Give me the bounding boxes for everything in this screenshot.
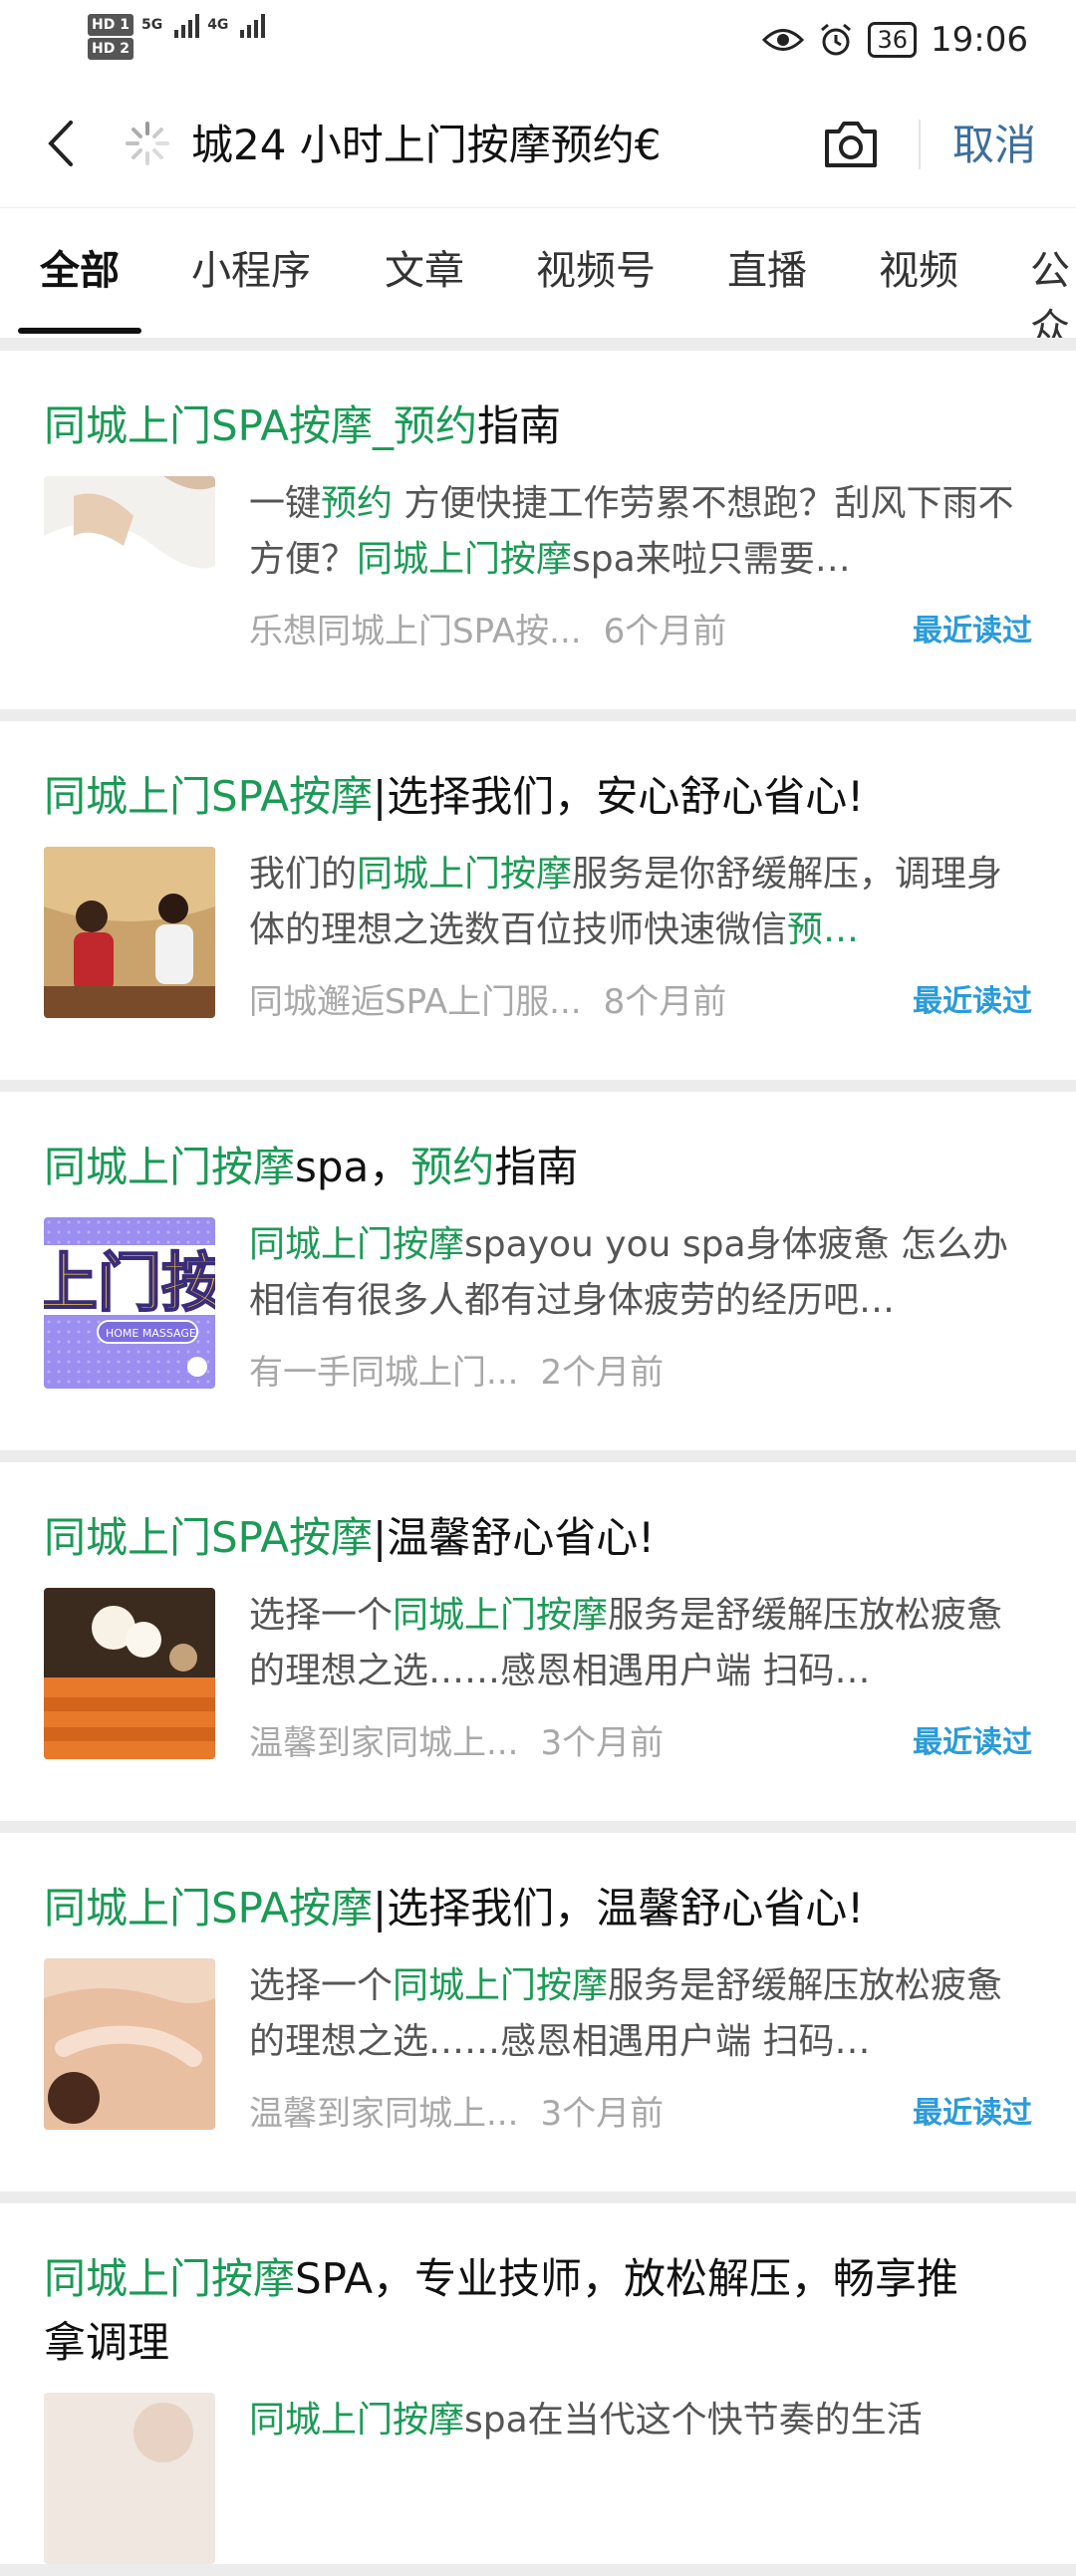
result-card[interactable]: 同城上门SPA按摩|选择我们，安心舒心省心! 我们的同城上门按摩服务是你舒缓解压… — [0, 721, 1076, 1080]
result-thumbnail — [44, 476, 215, 647]
hd2-badge: HD 2 — [88, 38, 134, 60]
result-meta: 温馨到家同城上... 3个月前 最近读过 — [249, 2070, 1032, 2150]
result-thumbnail — [44, 2393, 215, 2564]
hd1-badge: HD 1 — [88, 14, 134, 36]
result-meta: 乐想同城上门SPA按... 6个月前 最近读过 — [249, 588, 1032, 667]
result-snippet: 选择一个同城上门按摩服务是舒缓解压放松疲惫的理想之选……感恩相遇用户端 扫码… — [249, 1965, 1003, 2062]
tab-mini-programs[interactable]: 小程序 — [191, 238, 311, 296]
recently-read-badge: 最近读过 — [913, 2096, 1032, 2131]
tab-indicator — [18, 328, 141, 334]
result-title: 同城上门SPA按摩|选择我们，温馨舒心省心! — [44, 1833, 1000, 1958]
result-title: 同城上门SPA按摩|温馨舒心省心! — [44, 1462, 1000, 1588]
clock: 19:06 — [931, 20, 1028, 60]
tab-all[interactable]: 全部 — [40, 238, 120, 296]
title-highlight: 同城上门SPA按摩_预约 — [44, 401, 478, 450]
category-tabs: 全部 小程序 文章 视频号 直播 视频 公众号 — [0, 207, 1076, 338]
signal-4g-icon — [240, 12, 266, 38]
result-card[interactable]: 同城上门按摩SPA，专业技师，放松解压，畅享推拿调理 同城上门按摩spa在当代这… — [0, 2203, 1076, 2564]
result-thumbnail — [44, 847, 215, 1018]
result-time: 2个月前 — [540, 1352, 665, 1393]
result-meta: 有一手同城上门... 2个月前 — [249, 1329, 1032, 1409]
chevron-left-icon — [48, 121, 73, 166]
result-card[interactable]: 同城上门按摩spa，预约指南 上门按( HOME MASSAGE 同城上门按摩sp… — [0, 1092, 1076, 1450]
result-snippet: 我们的同城上门按摩服务是你舒缓解压，调理身体的理想之选数百位技师快速微信预… — [249, 854, 1003, 950]
title-highlight: 同城上门SPA按摩 — [44, 772, 374, 821]
thumbnail-lettering: 上门按( — [44, 1247, 215, 1321]
result-time: 6个月前 — [603, 611, 727, 651]
result-time: 8个月前 — [603, 981, 727, 1022]
alarm-icon — [821, 23, 852, 56]
result-card[interactable]: 同城上门SPA按摩|温馨舒心省心! 选择一个同城上门按摩服务是舒缓解压放松疲惫的… — [0, 1462, 1076, 1821]
title-highlight: 预约 — [410, 1143, 495, 1191]
title-text: |温馨舒心省心! — [373, 1513, 656, 1562]
thumbnail-subtitle: HOME MASSAGE — [106, 1327, 196, 1340]
tab-articles[interactable]: 文章 — [385, 238, 464, 296]
result-source: 温馨到家同城上... — [249, 1722, 519, 1763]
result-source: 有一手同城上门... — [249, 1352, 519, 1393]
search-input[interactable]: 城24 小时上门按摩预约€ — [191, 116, 709, 175]
title-text: 指南 — [477, 401, 562, 450]
result-meta: 温馨到家同城上... 3个月前 最近读过 — [249, 1699, 1032, 1779]
result-title: 同城上门SPA按摩_预约指南 — [44, 351, 1000, 476]
title-text: |选择我们，温馨舒心省心! — [373, 1884, 865, 1932]
result-source: 温馨到家同城上... — [249, 2093, 519, 2134]
result-snippet: 同城上门按摩spa在当代这个快节奏的生活 — [249, 2400, 923, 2441]
back-button[interactable] — [30, 114, 90, 173]
tab-official-accounts[interactable]: 公众号 — [1030, 238, 1076, 338]
result-card[interactable]: 同城上门SPA按摩_预约指南 一键预约 方便快捷工作劳累不想跑？刮风下雨不方便？… — [0, 351, 1076, 709]
result-card[interactable]: 同城上门SPA按摩|选择我们，温馨舒心省心! 选择一个同城上门按摩服务是舒缓解压… — [0, 1833, 1076, 2191]
result-thumbnail — [44, 1588, 215, 1759]
tab-channels[interactable]: 视频号 — [536, 238, 656, 296]
tab-live[interactable]: 直播 — [727, 238, 807, 296]
result-source: 同城邂逅SPA上门服... — [249, 981, 582, 1022]
camera-icon[interactable] — [819, 114, 883, 173]
battery-indicator: 36 — [868, 22, 918, 58]
result-snippet: 一键预约 方便快捷工作劳累不想跑？刮风下雨不方便？同城上门按摩spa来啦只需要… — [249, 483, 1014, 580]
eye-icon — [762, 29, 805, 51]
result-title: 同城上门按摩spa，预约指南 — [44, 1092, 1000, 1217]
tab-videos[interactable]: 视频 — [879, 238, 958, 296]
title-text: spa， — [295, 1143, 411, 1191]
result-time: 3个月前 — [540, 2093, 665, 2134]
divider — [919, 120, 921, 169]
result-thumbnail — [44, 1958, 215, 2130]
result-thumbnail: 上门按( HOME MASSAGE — [44, 1217, 215, 1389]
status-bar: HD 1 5G 4G HD 2 36 19:06 — [0, 0, 1076, 80]
result-source: 乐想同城上门SPA按... — [249, 611, 582, 651]
result-meta: 同城邂逅SPA上门服... 8个月前 最近读过 — [249, 958, 1032, 1038]
loading-spinner-icon — [126, 122, 169, 165]
result-time: 3个月前 — [540, 1722, 665, 1763]
cancel-button[interactable]: 取消 — [952, 116, 1036, 175]
recently-read-badge: 最近读过 — [913, 614, 1032, 648]
net-5g-label: 5G — [140, 17, 163, 33]
network-indicators: HD 1 5G 4G HD 2 — [88, 12, 266, 60]
recently-read-badge: 最近读过 — [913, 1725, 1032, 1760]
result-snippet: 选择一个同城上门按摩服务是舒缓解压放松疲惫的理想之选……感恩相遇用户端 扫码… — [249, 1595, 1003, 1691]
title-highlight: 同城上门按摩 — [44, 2254, 296, 2303]
search-header: 城24 小时上门按摩预约€ 取消 — [0, 80, 1076, 207]
results-list: 同城上门SPA按摩_预约指南 一键预约 方便快捷工作劳累不想跑？刮风下雨不方便？… — [0, 351, 1076, 2576]
recently-read-badge: 最近读过 — [913, 984, 1032, 1019]
result-title: 同城上门按摩SPA，专业技师，放松解压，畅享推拿调理 — [44, 2203, 1000, 2393]
result-title: 同城上门SPA按摩|选择我们，安心舒心省心! — [44, 721, 1000, 847]
title-highlight: 同城上门SPA按摩 — [44, 1513, 374, 1562]
result-snippet: 同城上门按摩spayou you spa身体疲惫 怎么办相信有很多人都有过身体疲… — [249, 1224, 1008, 1321]
title-text: |选择我们，安心舒心省心! — [373, 772, 865, 821]
signal-5g-icon — [174, 12, 200, 38]
title-highlight: 同城上门按摩 — [44, 1143, 296, 1191]
net-4g-label: 4G — [207, 17, 229, 33]
title-highlight: 同城上门SPA按摩 — [44, 1884, 374, 1932]
title-text: 指南 — [494, 1143, 579, 1191]
